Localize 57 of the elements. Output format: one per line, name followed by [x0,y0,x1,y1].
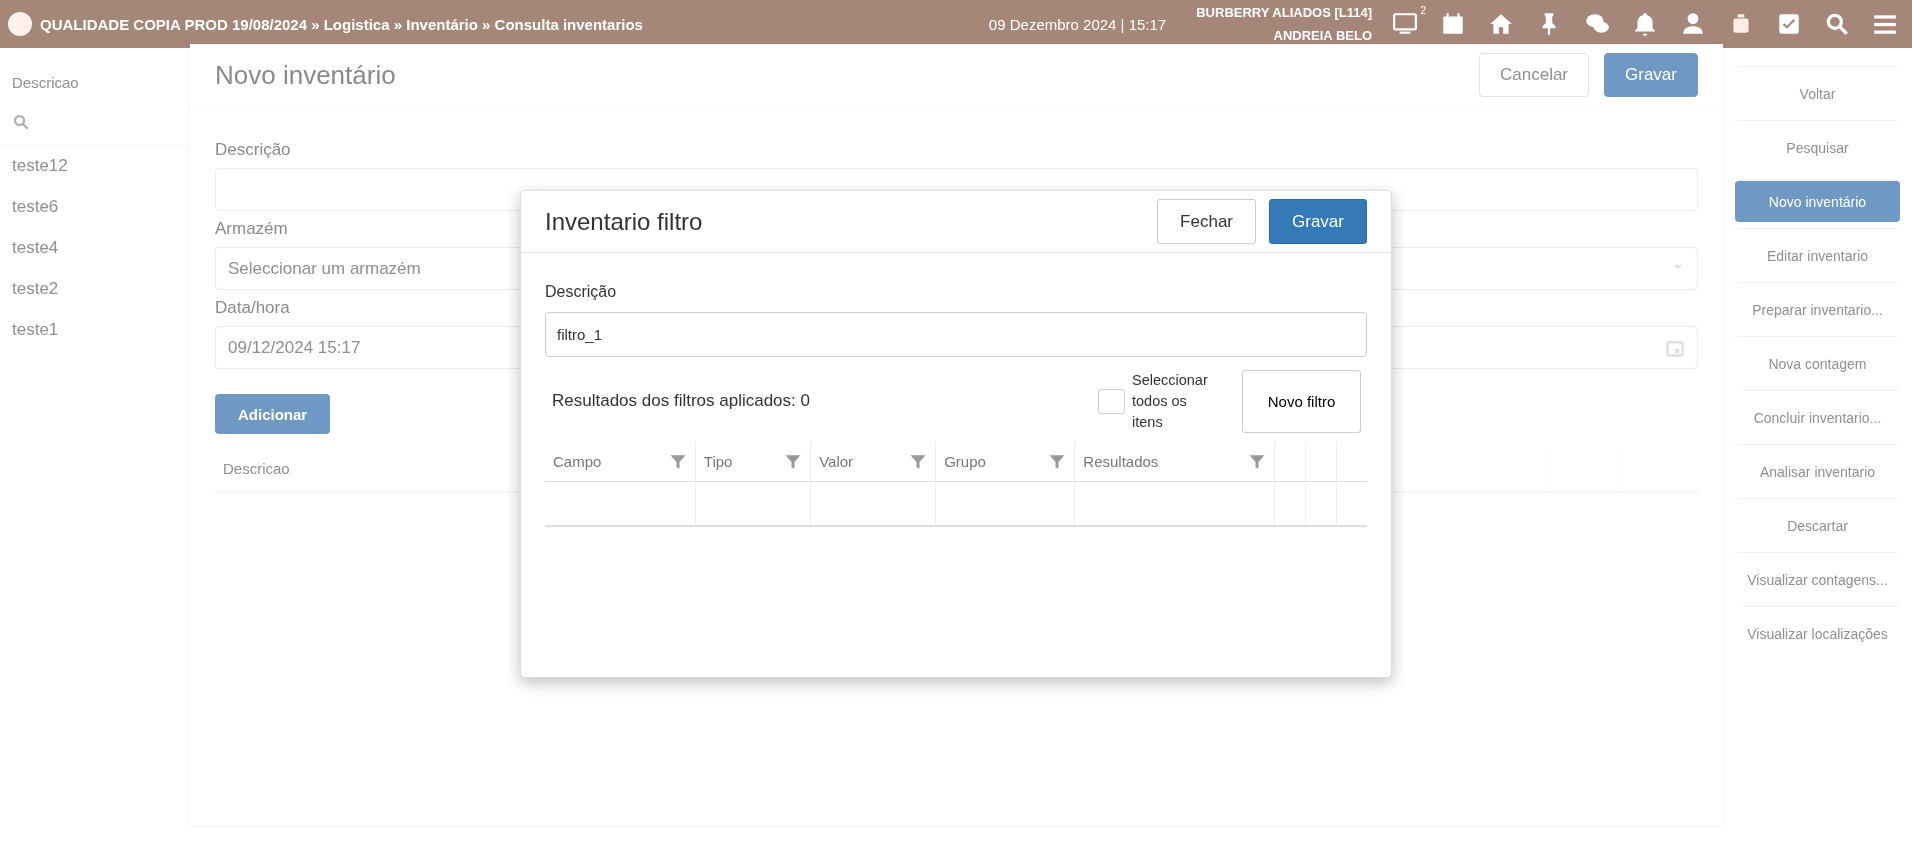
list-item[interactable]: teste12 [0,146,80,187]
filter-icon[interactable] [1248,452,1266,471]
date-time: 09 Dezembro 2024 | 15:17 [988,15,1167,33]
close-button[interactable]: Fechar [1157,199,1257,244]
column-header: Campo [553,453,602,470]
screen-count: 2 [1420,5,1426,16]
filter-icon[interactable] [668,452,687,471]
search-icon [12,113,30,131]
filter-icon[interactable] [909,452,928,471]
field-label: Data/hora [215,298,290,318]
field-label: Descrição [545,283,617,301]
user-name: ANDREIA BELO [1273,29,1372,42]
action-item[interactable]: Nova contagem [1735,336,1900,390]
action-item[interactable]: Analisar inventario [1735,444,1900,498]
save-button[interactable]: Gravar [1604,53,1698,97]
monitor-icon[interactable] [1392,11,1418,37]
calendar-icon[interactable] [1440,11,1466,37]
action-item[interactable]: Visualizar localizações [1735,606,1900,660]
field-label: Descrição [215,140,291,160]
list-item[interactable]: teste1 [0,310,71,351]
column-header: Valor [819,453,854,470]
cancel-button[interactable]: Cancelar [1479,53,1590,97]
new-filter-button[interactable]: Novo filtro [1242,369,1361,433]
action-item[interactable]: Voltar [1735,66,1900,120]
action-item[interactable]: Novo inventário [1735,180,1900,222]
column-header: Descricao [11,73,80,93]
breadcrumb-title: QUALIDADE COPIA PROD 19/08/2024 » Logistica » Inventário » Consulta inventarios [40,15,643,33]
column-header: Grupo [944,453,986,470]
dialog-title: Inventario filtro [545,207,704,236]
action-item[interactable]: Preparar inventario... [1735,282,1900,336]
list-item[interactable]: teste2 [0,269,71,310]
add-button[interactable]: Adicionar [215,394,331,434]
field-label: Armazém [215,219,288,239]
filter-icon[interactable] [1048,452,1067,471]
list-item[interactable]: teste6 [0,187,71,228]
checkbox[interactable] [1098,388,1125,414]
action-item[interactable]: Visualizar contagens... [1735,552,1900,606]
action-item[interactable]: Pesquisar [1735,120,1900,174]
company-name: BURBERRY ALIADOS [L114] [1196,6,1372,19]
column-header: Resultados [1083,453,1159,470]
save-button[interactable]: Gravar [1269,199,1367,244]
action-item[interactable]: Descartar [1735,498,1900,552]
bell-icon[interactable] [1632,11,1658,37]
user-icon[interactable] [1680,11,1706,37]
form-title: Novo inventário [215,59,397,91]
checkbox-label: Seleccionar todos os itens [1132,370,1209,432]
checkbox-icon[interactable] [1776,11,1802,37]
description-field[interactable]: filtro_1 [545,312,1367,357]
action-item[interactable]: Concluir inventario... [1735,390,1900,444]
results-count: Resultados dos filtros aplicados: 0 [551,391,811,411]
logo-icon [8,12,32,36]
action-item[interactable]: Editar inventario [1735,228,1900,282]
column-header: Tipo [703,453,733,470]
search-icon[interactable] [1824,11,1850,37]
column-header: Descricao [223,460,290,477]
list-item[interactable]: teste4 [0,228,71,269]
filter-icon[interactable] [784,452,803,471]
